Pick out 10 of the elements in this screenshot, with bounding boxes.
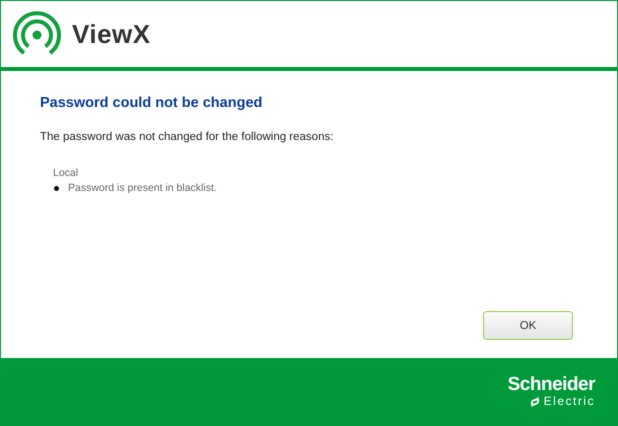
dialog-message: The password was not changed for the following reasons: — [40, 131, 334, 143]
app-name: ViewX — [72, 18, 151, 50]
ok-button[interactable]: OK — [483, 311, 573, 340]
brand-mark-icon — [528, 396, 541, 408]
brand-name: Schneider — [508, 375, 595, 395]
brand-subname: Electric — [544, 395, 595, 408]
bullet-icon — [54, 186, 59, 190]
reason-group-name: Local — [53, 167, 80, 179]
reason-text: Password is present in blacklist. — [68, 182, 217, 194]
dialog-title: Password could not be changed — [40, 95, 264, 111]
